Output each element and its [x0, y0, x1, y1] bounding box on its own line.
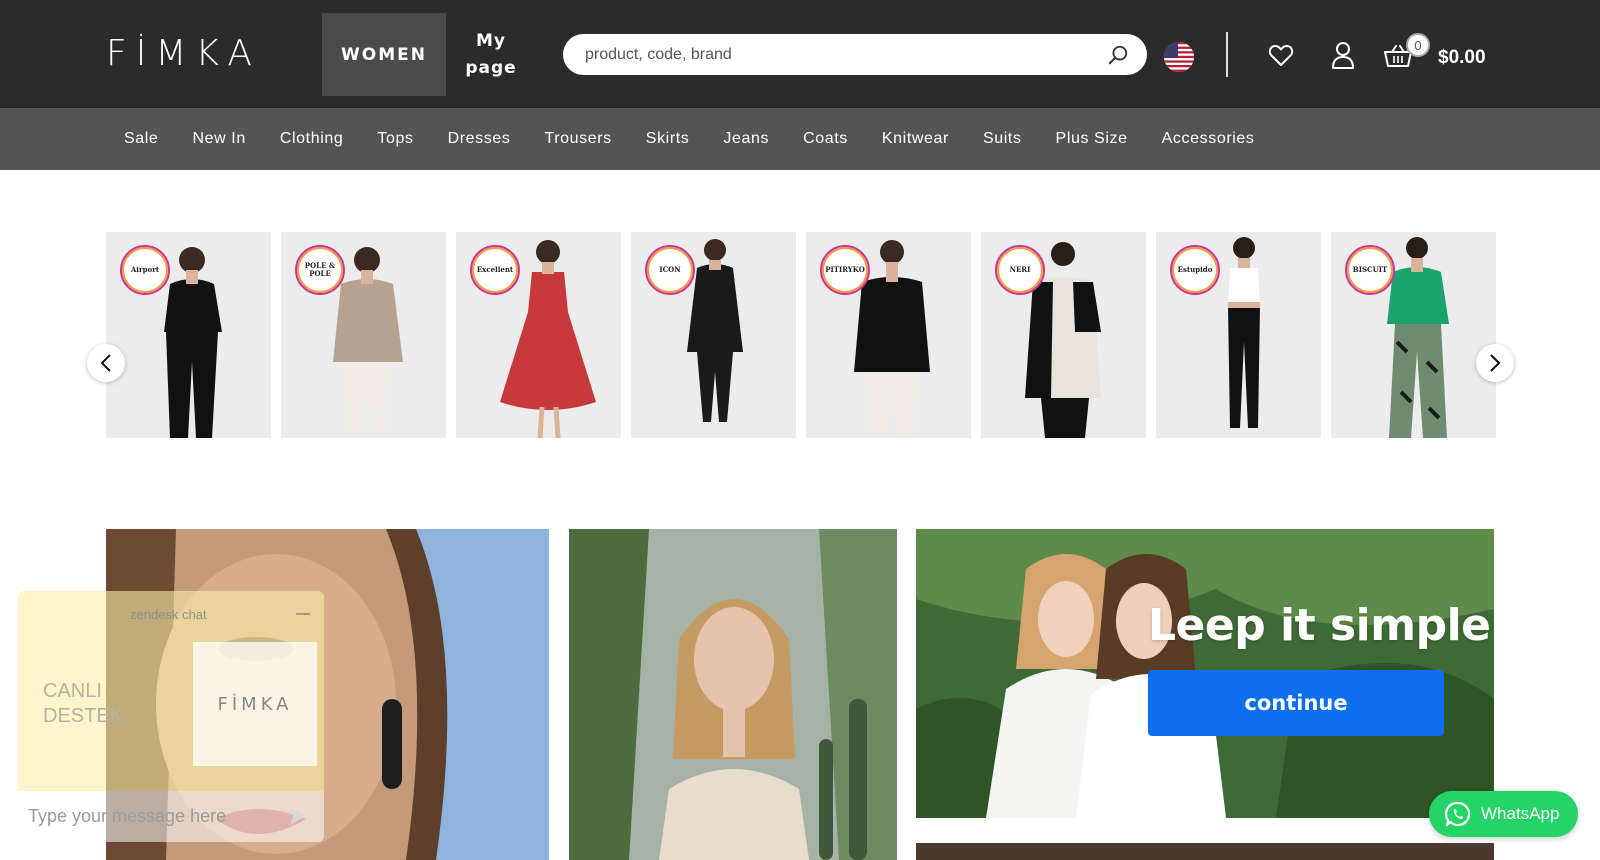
brand-card[interactable]: Estupido — [1156, 232, 1321, 438]
chat-support-label: CANLI DESTEK — [43, 680, 124, 727]
chat-title: zendesk chat — [130, 607, 207, 622]
wishlist-heart-icon[interactable] — [1268, 43, 1294, 67]
continue-button[interactable]: continue — [1148, 670, 1444, 736]
category-tops[interactable]: Tops — [360, 130, 430, 148]
header-divider — [1226, 32, 1228, 77]
brand-carousel: Airport POLE & POLE Excellent ICON PITIR… — [106, 232, 1496, 438]
chat-brand-logo: FİMKA — [193, 642, 317, 766]
brand-card[interactable]: Excellent — [456, 232, 621, 438]
brand-card[interactable]: PITIRYKO — [806, 232, 971, 438]
category-new-in[interactable]: New In — [175, 130, 262, 148]
garment-bottom — [1389, 324, 1447, 438]
us-flag-icon[interactable] — [1164, 42, 1194, 72]
nav-my-page-link[interactable]: My page — [456, 28, 526, 82]
brand-card[interactable]: ICON — [631, 232, 796, 438]
brand-card[interactable]: POLE & POLE — [281, 232, 446, 438]
search-bar — [563, 34, 1147, 75]
chat-input-area — [18, 791, 324, 842]
category-suits[interactable]: Suits — [966, 130, 1039, 148]
category-knitwear[interactable]: Knitwear — [865, 130, 966, 148]
carousel-next-button[interactable] — [1476, 344, 1514, 382]
whatsapp-button[interactable]: WhatsApp — [1429, 791, 1578, 837]
garment-bottom — [500, 312, 596, 410]
category-jeans[interactable]: Jeans — [706, 130, 786, 148]
nav-women-tab[interactable]: WOMEN — [322, 13, 446, 96]
garment-top — [333, 279, 403, 362]
category-navigation: Sale New In Clothing Tops Dresses Trouse… — [0, 108, 1600, 170]
chevron-right-icon — [1490, 354, 1501, 372]
garment-bottom — [343, 362, 391, 438]
search-icon[interactable] — [1107, 44, 1129, 66]
category-coats[interactable]: Coats — [786, 130, 865, 148]
chat-header[interactable]: zendesk chat CANLI DESTEK FİMKA — [18, 591, 324, 791]
chevron-left-icon — [100, 354, 111, 372]
brand-card[interactable]: BISCUIT — [1331, 232, 1496, 438]
brand-logo-badge: Excellent — [470, 245, 520, 295]
brand-logo-badge: Estupido — [1170, 245, 1220, 295]
garment-top — [687, 264, 743, 352]
garment-bottom — [1228, 306, 1260, 428]
brand-logo-badge: NERI — [995, 245, 1045, 295]
promo-banner-bottom[interactable] — [916, 843, 1494, 860]
hero-slogan: Leep it simple — [1148, 600, 1491, 651]
garment-top — [1387, 267, 1449, 324]
chat-message-input[interactable] — [28, 801, 278, 831]
brand-logo-badge: POLE & POLE — [295, 245, 345, 295]
chat-widget: zendesk chat CANLI DESTEK FİMKA — [18, 591, 324, 842]
site-logo[interactable]: FİMKA — [106, 34, 261, 74]
minimize-icon[interactable] — [296, 613, 310, 615]
promo-banner-middle[interactable] — [569, 529, 897, 860]
category-dresses[interactable]: Dresses — [431, 130, 528, 148]
garment-bottom — [1041, 398, 1089, 438]
brand-logo-badge: PITIRYKO — [820, 245, 870, 295]
brand-logo-badge: Airport — [120, 245, 170, 295]
garment-bottom — [166, 332, 218, 438]
whatsapp-icon — [1445, 801, 1471, 827]
send-icon[interactable] — [288, 805, 308, 827]
garment-bottom — [864, 372, 920, 438]
brand-logo-badge: BISCUIT — [1345, 245, 1395, 295]
brand-card[interactable]: NERI — [981, 232, 1146, 438]
cart-total[interactable]: $0.00 — [1438, 47, 1486, 69]
garment-top — [1228, 268, 1260, 306]
category-skirts[interactable]: Skirts — [629, 130, 707, 148]
top-header: FİMKA WOMEN My page product, code, brand… — [0, 0, 1600, 108]
category-trousers[interactable]: Trousers — [527, 130, 628, 148]
garment-bottom — [697, 352, 733, 422]
cart-count-badge: 0 — [1406, 33, 1430, 57]
greenhouse-photo — [569, 529, 897, 860]
category-plus-size[interactable]: Plus Size — [1039, 130, 1145, 148]
category-accessories[interactable]: Accessories — [1145, 130, 1272, 148]
carousel-prev-button[interactable] — [87, 344, 125, 382]
brand-card[interactable]: Airport — [106, 232, 271, 438]
search-input[interactable] — [585, 34, 1085, 75]
garment-top — [528, 272, 568, 312]
category-clothing[interactable]: Clothing — [263, 130, 361, 148]
brand-logo-badge: ICON — [645, 245, 695, 295]
category-sale[interactable]: Sale — [106, 130, 175, 148]
garment-top — [164, 279, 222, 332]
account-user-icon[interactable] — [1331, 41, 1355, 69]
whatsapp-label: WhatsApp — [1481, 804, 1560, 823]
garment-top — [854, 277, 930, 372]
